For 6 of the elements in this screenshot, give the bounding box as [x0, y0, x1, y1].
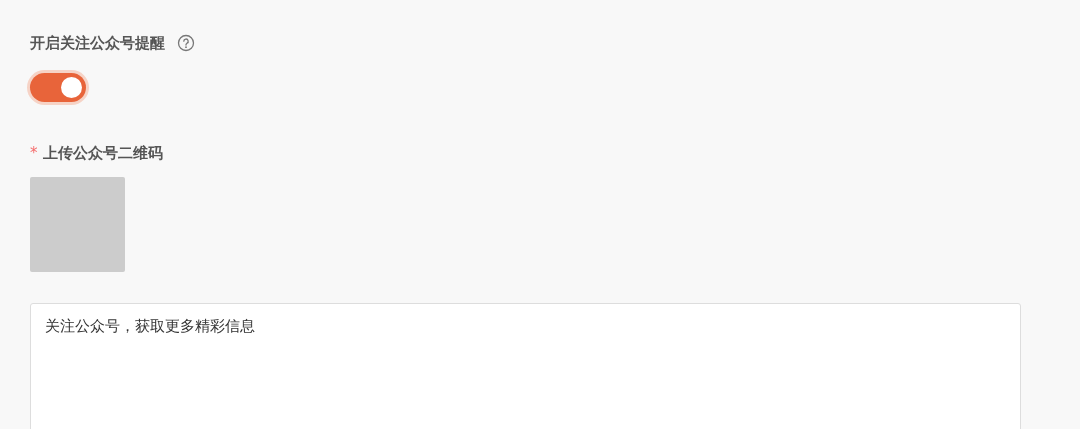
field-label: 上传公众号二维码 [42, 143, 163, 163]
required-mark: * [30, 144, 38, 162]
help-icon[interactable] [177, 34, 195, 52]
setting-label: 开启关注公众号提醒 [30, 33, 165, 53]
toggle-switch[interactable] [30, 73, 86, 102]
text-area[interactable]: 关注公众号，获取更多精彩信息 [30, 303, 1021, 429]
